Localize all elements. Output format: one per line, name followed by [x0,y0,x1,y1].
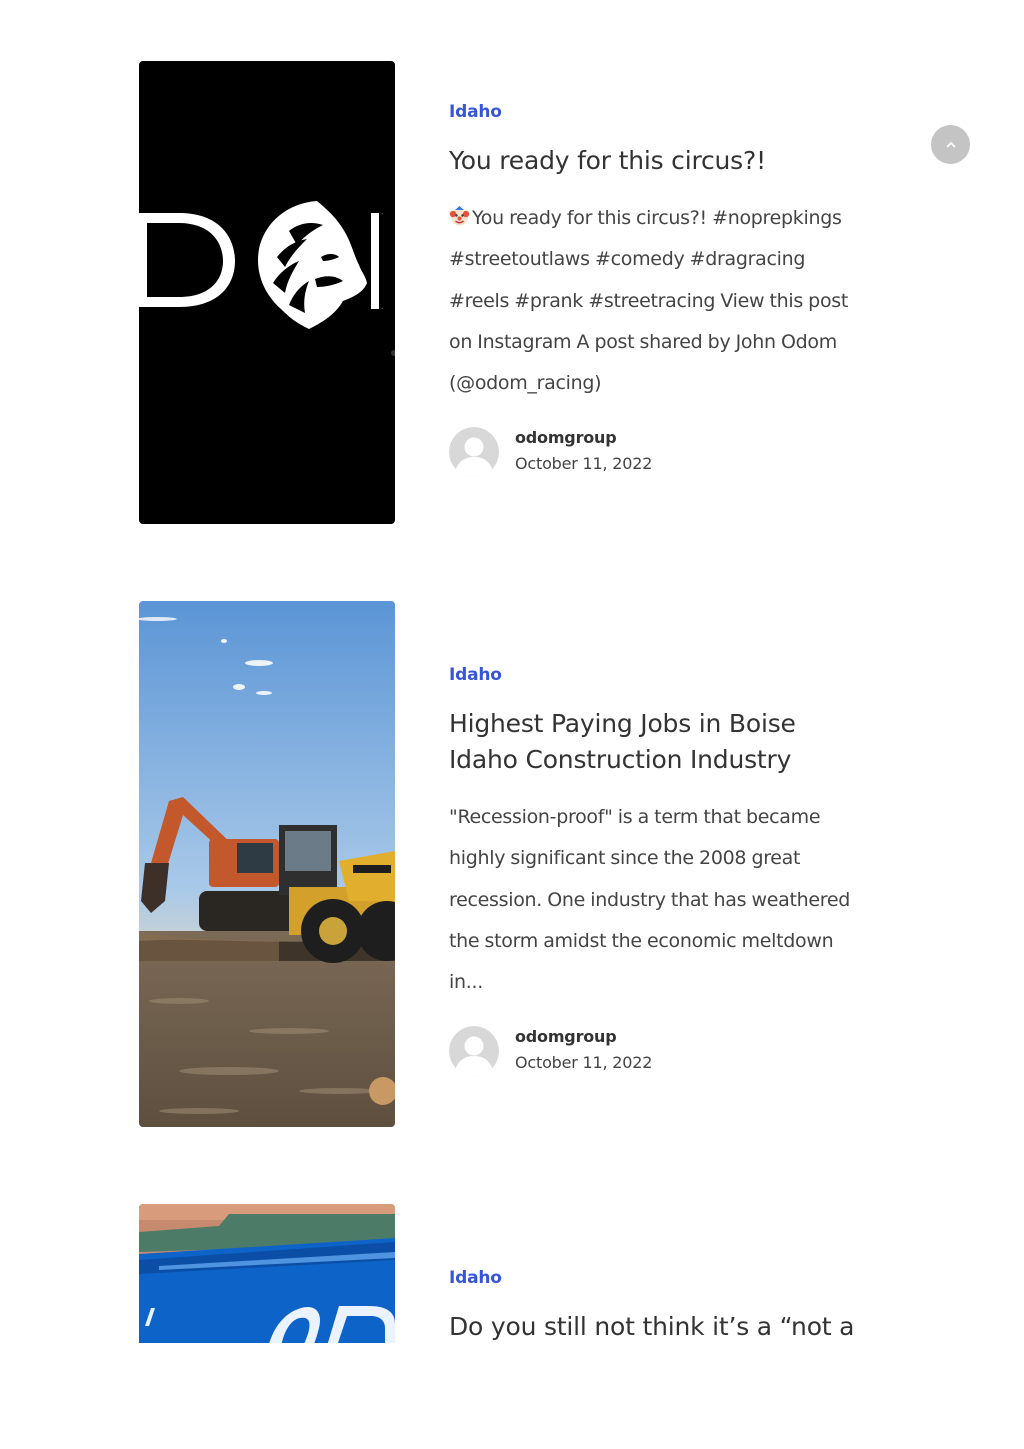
author-name[interactable]: odomgroup [515,1027,617,1047]
post-card: Idaho You ready for this circus?! You re… [139,61,869,524]
chevron-up-icon [946,141,955,147]
post-meta: odomgroup October 11, 2022 [449,427,869,479]
post-title[interactable]: Do you still not think it’s a “not a [449,1309,869,1343]
clown-face-icon [449,206,470,227]
default-avatar-icon [449,1026,499,1077]
post-thumbnail[interactable] [139,601,395,1127]
post-content: Idaho Do you still not think it’s a “not… [449,1267,869,1343]
post-content: Idaho You ready for this circus?! You re… [449,101,869,479]
author-name[interactable]: odomgroup [515,428,617,448]
post-category-link[interactable]: Idaho [449,1267,869,1289]
post-date: October 11, 2022 [515,1053,653,1073]
post-excerpt-text: You ready for this circus?! #noprepkings… [449,207,849,395]
default-avatar-icon [449,427,499,478]
construction-excavators-image [139,601,395,1127]
post-thumbnail[interactable] [139,1204,395,1343]
post-excerpt: You ready for this circus?! #noprepkings… [449,198,869,404]
post-category-link[interactable]: Idaho [449,101,869,123]
post-meta: odomgroup October 11, 2022 [449,1026,869,1078]
author-avatar[interactable] [449,427,499,478]
odom-lion-logo-image [139,61,395,524]
post-title[interactable]: Highest Paying Jobs in Boise Idaho Const… [449,706,869,778]
post-card: Idaho Highest Paying Jobs in Boise Idaho… [139,601,869,1127]
post-title[interactable]: You ready for this circus?! [449,143,869,179]
post-excerpt: "Recession-proof" is a term that became … [449,806,850,994]
post-date: October 11, 2022 [515,454,653,474]
scroll-to-top-button[interactable] [931,125,970,164]
post-category-link[interactable]: Idaho [449,664,869,686]
post-list: Idaho You ready for this circus?! You re… [0,0,1024,1343]
post-thumbnail[interactable] [139,61,395,524]
author-avatar[interactable] [449,1026,499,1077]
post-content: Idaho Highest Paying Jobs in Boise Idaho… [449,664,869,1078]
blog-list-page: Idaho You ready for this circus?! You re… [0,0,1024,1449]
post-card: Idaho Do you still not think it’s a “not… [139,1204,869,1343]
odom-race-car-image [139,1204,395,1343]
